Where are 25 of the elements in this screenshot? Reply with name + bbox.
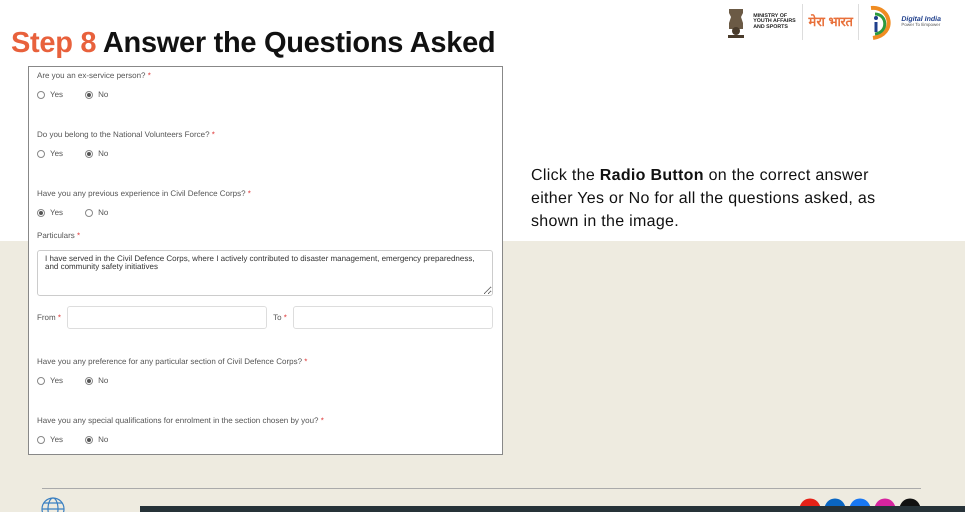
radio-option[interactable]: No bbox=[85, 89, 108, 101]
logo-text: मेरा भारत bbox=[808, 13, 852, 32]
field-label[interactable]: Particulars * bbox=[37, 230, 493, 242]
field-label[interactable]: Do you belong to the National Volunteers Force? * bbox=[37, 129, 493, 141]
field-label[interactable]: Are you an ex-service person? * bbox=[37, 70, 493, 82]
date-input-field[interactable] bbox=[67, 306, 268, 329]
field-label[interactable]: Have you any special qualifications for enrolment in the section chosen by you? * bbox=[37, 415, 493, 427]
date-input-field[interactable] bbox=[292, 306, 493, 329]
radio-option[interactable]: Yes bbox=[37, 375, 64, 387]
instruction-text: Click the Radio Button on the correct answer either Yes or No for all the questions asked, as shown in the image. bbox=[531, 166, 876, 232]
radio-option[interactable]: No bbox=[85, 207, 108, 219]
radio-option[interactable]: No bbox=[85, 434, 108, 446]
radio-option[interactable]: No bbox=[85, 148, 108, 160]
text-area-field[interactable]: I have served in the Civil Defence Corps, where I actively contributed to disaster management, emergency preparedness, and community safety initiatives bbox=[37, 250, 493, 296]
radio-option[interactable]: Yes bbox=[37, 89, 64, 101]
field-label[interactable]: From * bbox=[37, 312, 62, 324]
field-label[interactable]: To * bbox=[273, 312, 287, 324]
slide-title: Step 8 Answer the Questions Asked bbox=[11, 26, 496, 61]
field-label[interactable]: Have you any previous experience in Civil Defence Corps? * bbox=[37, 188, 493, 200]
globe-icon bbox=[40, 496, 66, 512]
radio-option[interactable]: Yes bbox=[37, 434, 64, 446]
field-label[interactable]: Have you any preference for any particular section of Civil Defence Corps? * bbox=[37, 356, 493, 368]
radio-option[interactable]: Yes bbox=[37, 148, 64, 160]
radio-option[interactable]: No bbox=[85, 375, 108, 387]
radio-option[interactable]: Yes bbox=[37, 207, 64, 219]
